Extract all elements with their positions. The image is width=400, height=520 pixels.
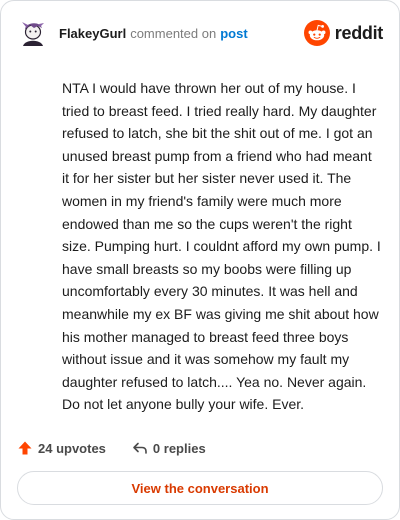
comment-card: FlakeyGurl commented on post reddit NTA … <box>0 0 400 520</box>
comment-footer: 24 upvotes 0 replies <box>17 437 206 459</box>
upvote-arrow-icon <box>18 441 32 455</box>
comment-body: NTA I would have thrown her out of my ho… <box>62 80 385 413</box>
reddit-alien-icon <box>303 20 330 46</box>
username-link[interactable]: FlakeyGurl <box>59 26 126 41</box>
reddit-brand[interactable]: reddit <box>303 17 384 49</box>
post-link[interactable]: post <box>220 26 247 41</box>
brand-wordmark: reddit <box>334 22 384 43</box>
replies-stat[interactable]: 0 replies <box>132 440 206 456</box>
avatar-icon <box>17 18 49 50</box>
upvotes-stat[interactable]: 24 upvotes <box>17 440 106 456</box>
user-avatar[interactable] <box>17 18 49 50</box>
comment-header: FlakeyGurl commented on post reddit <box>17 17 383 51</box>
commented-on-text: commented on <box>130 25 217 41</box>
replies-count: 0 replies <box>152 440 206 456</box>
upvotes-count: 24 upvotes <box>38 440 106 456</box>
comment-byline: FlakeyGurl commented on post <box>59 26 248 41</box>
view-conversation-button[interactable]: View the conversation <box>17 471 383 505</box>
reply-arrow-icon <box>133 442 147 454</box>
